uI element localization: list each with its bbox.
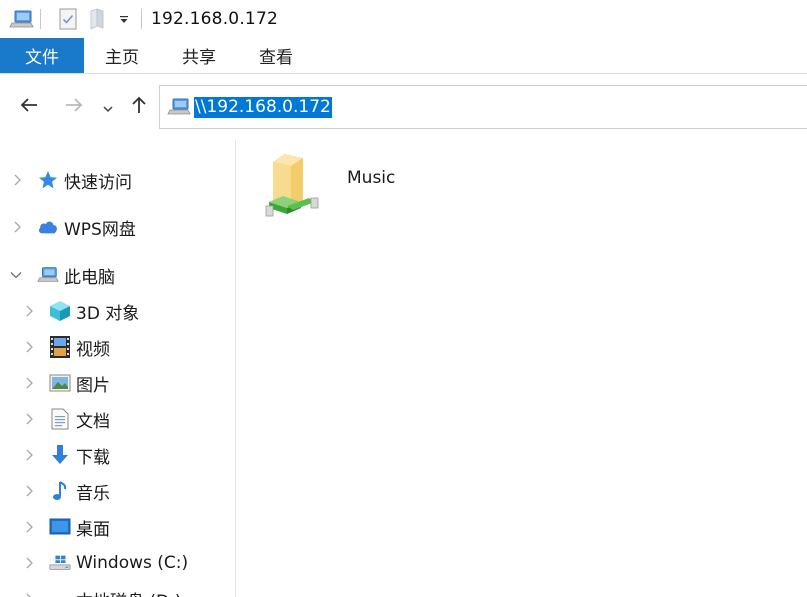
- nav-item-wps-cloud[interactable]: WPS网盘: [0, 211, 136, 243]
- chevron-right-icon[interactable]: [23, 305, 35, 317]
- chevron-right-icon[interactable]: [23, 449, 35, 461]
- nav-item-label: 音乐: [76, 483, 110, 504]
- title-bar: 192.168.0.172: [0, 0, 807, 38]
- chevron-right-icon[interactable]: [23, 485, 35, 497]
- properties-icon[interactable]: [58, 8, 78, 30]
- chevron-right-icon[interactable]: [23, 557, 35, 569]
- navigation-pane: 快速访问 WPS网盘 此电脑 3D 对象 视频 图片 文档 下载 音乐 桌面 W…: [0, 140, 236, 597]
- nav-item-desktop[interactable]: 桌面: [0, 511, 110, 543]
- customize-dropdown-icon[interactable]: [118, 13, 130, 25]
- nav-item-label: 图片: [76, 375, 110, 396]
- nav-item-label: 此电脑: [64, 267, 115, 288]
- nav-item-this-pc[interactable]: 此电脑: [0, 259, 115, 291]
- tab-file[interactable]: 文件: [0, 38, 84, 73]
- content-pane: Music: [237, 140, 807, 597]
- forward-button[interactable]: [59, 85, 89, 129]
- up-arrow-icon: [131, 95, 147, 119]
- address-path[interactable]: \\192.168.0.172: [194, 96, 332, 118]
- tab-view[interactable]: 查看: [238, 38, 314, 73]
- nav-item-label: 下载: [76, 447, 110, 468]
- toolbar-separator: [40, 9, 41, 29]
- download-icon: [49, 444, 71, 466]
- nav-item-music[interactable]: 音乐: [0, 475, 110, 507]
- chevron-right-icon[interactable]: [23, 413, 35, 425]
- desktop-icon: [49, 516, 71, 538]
- recent-locations-button[interactable]: [100, 85, 116, 129]
- quick-access-toolbar: [0, 0, 142, 38]
- cloud-icon: [37, 216, 59, 238]
- nav-item-3d-objects[interactable]: 3D 对象: [0, 295, 139, 327]
- address-bar[interactable]: \\192.168.0.172: [159, 85, 807, 129]
- chevron-right-icon[interactable]: [23, 377, 35, 389]
- nav-item-label: 快速访问: [64, 172, 132, 193]
- nav-item-label: 视频: [76, 339, 110, 360]
- folder-item-music[interactable]: Music: [265, 150, 425, 230]
- cube-icon: [49, 300, 71, 322]
- drive-icon: [49, 552, 71, 574]
- back-arrow-icon: [19, 97, 39, 117]
- star-icon: [37, 169, 59, 191]
- nav-item-label: WPS网盘: [64, 219, 136, 240]
- network-share-folder-icon: [265, 150, 325, 222]
- nav-item-drive-c[interactable]: Windows (C:): [0, 547, 188, 579]
- chevron-down-icon: [103, 98, 113, 117]
- chevron-right-icon[interactable]: [23, 341, 35, 353]
- chevron-right-icon[interactable]: [11, 174, 23, 186]
- nav-item-label: Windows (C:): [76, 553, 189, 573]
- nav-item-label: 本地磁盘 (D:): [76, 587, 182, 597]
- computer-icon: [9, 9, 35, 29]
- chevron-right-icon[interactable]: [23, 521, 35, 533]
- tab-home[interactable]: 主页: [84, 38, 160, 73]
- nav-item-quick-access[interactable]: 快速访问: [0, 164, 132, 196]
- chevron-down-icon[interactable]: [10, 269, 22, 281]
- computer-icon: [167, 97, 191, 117]
- back-button[interactable]: [14, 85, 44, 129]
- nav-item-pictures[interactable]: 图片: [0, 367, 110, 399]
- ribbon-tabs: 文件 主页 共享 查看: [0, 38, 807, 74]
- document-icon: [49, 408, 71, 430]
- tab-share[interactable]: 共享: [160, 38, 238, 73]
- computer-icon: [37, 264, 59, 286]
- nav-item-videos[interactable]: 视频: [0, 331, 110, 363]
- nav-item-downloads[interactable]: 下载: [0, 439, 110, 471]
- folder-item-label: Music: [347, 168, 396, 188]
- chevron-right-icon[interactable]: [11, 221, 23, 233]
- up-button[interactable]: [127, 85, 151, 129]
- new-folder-icon[interactable]: [88, 8, 106, 30]
- window-title: 192.168.0.172: [151, 9, 278, 29]
- navigation-bar: \\192.168.0.172: [0, 85, 807, 129]
- nav-item-drive-d[interactable]: 本地磁盘 (D:): [0, 583, 182, 597]
- music-icon: [49, 480, 71, 502]
- film-icon: [49, 336, 71, 358]
- nav-item-label: 文档: [76, 411, 110, 432]
- nav-item-documents[interactable]: 文档: [0, 403, 110, 435]
- nav-item-label: 3D 对象: [76, 303, 140, 324]
- picture-icon: [49, 372, 71, 394]
- chevron-right-icon[interactable]: [23, 593, 35, 597]
- toolbar-separator: [141, 9, 142, 29]
- nav-item-label: 桌面: [76, 519, 110, 540]
- drive-icon: [49, 588, 71, 597]
- forward-arrow-icon: [64, 97, 84, 117]
